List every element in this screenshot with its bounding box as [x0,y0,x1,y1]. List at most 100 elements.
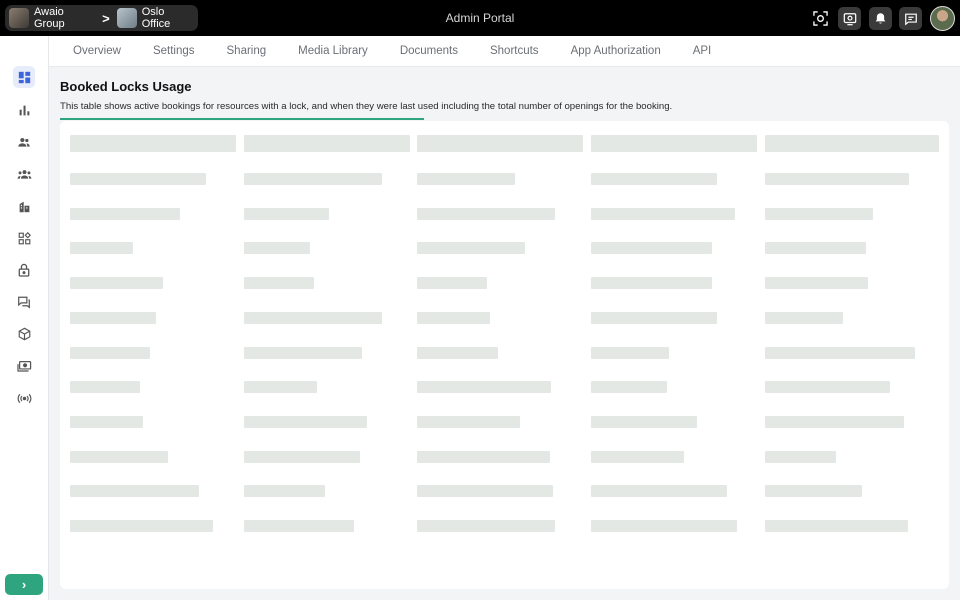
table-cell-placeholder [591,451,684,463]
table-cell-placeholder [70,277,163,289]
table-cell-placeholder [244,416,367,428]
table-cell-placeholder [765,312,843,324]
table-cell-placeholder [765,208,873,220]
table-cell-placeholder [591,520,737,532]
display-icon[interactable] [838,7,861,30]
table-cell-placeholder [417,520,555,532]
table-cell-placeholder [70,381,140,393]
table-cell-placeholder [70,347,150,359]
sidebar: › [0,36,49,600]
tab-bar: Overview Settings Sharing Media Library … [49,36,960,67]
table-cell-placeholder [417,242,525,254]
table-cell-placeholder [591,242,712,254]
table-cell-placeholder [591,208,735,220]
table-cell-placeholder [591,173,717,185]
table-cell-placeholder [70,208,180,220]
table-cell-placeholder [244,381,317,393]
bell-icon[interactable] [869,7,892,30]
table-cell-placeholder [244,347,362,359]
page-description: This table shows active bookings for res… [60,101,673,112]
top-bar: Awaio Group > Oslo Office Admin Portal [0,0,960,36]
table-cell-placeholder [417,485,553,497]
table-cell-placeholder [417,381,551,393]
table-cell-placeholder [244,173,382,185]
table-cell-placeholder [244,520,354,532]
table-cell-placeholder [417,451,550,463]
loading-progress-fill [60,118,425,120]
table-cell-placeholder [70,451,168,463]
table-cell-placeholder [591,347,669,359]
lock-icon[interactable] [13,259,35,281]
expand-sidebar-button[interactable]: › [5,574,43,595]
buildings-icon[interactable] [13,195,35,217]
table-cell-placeholder [765,416,904,428]
tab-sharing[interactable]: Sharing [211,45,283,57]
table-cell-placeholder [417,277,487,289]
table-cell-placeholder [765,173,909,185]
loading-progress-bar [60,118,949,120]
table-cell-placeholder [765,485,862,497]
table-cell-placeholder [417,208,555,220]
breadcrumb: Awaio Group > Oslo Office [5,5,198,31]
table-header-placeholder [70,135,236,152]
table-cell-placeholder [70,485,199,497]
table-cell-placeholder [244,242,310,254]
table-cell-placeholder [417,312,490,324]
payments-icon[interactable] [13,355,35,377]
table-header-placeholder [591,135,757,152]
table-cell-placeholder [244,277,314,289]
dashboard-icon[interactable] [13,66,35,88]
table-header-placeholder [417,135,583,152]
building-thumbnail[interactable] [116,8,137,28]
table-cell-placeholder [765,451,836,463]
table-cell-placeholder [591,381,667,393]
table-cell-placeholder [244,312,382,324]
analytics-icon[interactable] [13,99,35,121]
table-cell-placeholder [70,312,156,324]
messages-icon[interactable] [13,291,35,313]
table-cell-placeholder [70,242,133,254]
tab-api[interactable]: API [677,45,728,57]
table-cell-placeholder [244,208,329,220]
table-header-placeholder [765,135,939,152]
table-header-placeholder [244,135,410,152]
groups-icon[interactable] [13,163,35,185]
page-title: Booked Locks Usage [60,79,192,94]
table-cell-placeholder [591,312,717,324]
table-cell-placeholder [591,277,712,289]
table-cell-placeholder [591,485,727,497]
table-cell-placeholder [70,416,143,428]
chevron-right-icon: › [21,577,27,592]
users-icon[interactable] [13,131,35,153]
table-cell-placeholder [765,347,915,359]
package-icon[interactable] [13,323,35,345]
broadcast-icon[interactable] [13,387,35,409]
table-cell-placeholder [244,485,325,497]
organization-thumbnail[interactable] [9,8,29,28]
table-cell-placeholder [765,242,866,254]
breadcrumb-separator: > [102,10,110,26]
table-cell-placeholder [591,416,697,428]
table-cell-placeholder [417,173,515,185]
tab-app-authorization[interactable]: App Authorization [555,45,677,57]
table-cell-placeholder [70,520,213,532]
table-cell-placeholder [765,277,868,289]
tab-media-library[interactable]: Media Library [282,45,384,57]
tab-overview[interactable]: Overview [49,45,137,57]
tab-settings[interactable]: Settings [137,45,211,57]
apps-icon[interactable] [13,227,35,249]
tab-documents[interactable]: Documents [384,45,474,57]
scan-icon[interactable] [809,7,832,30]
table-cell-placeholder [417,416,520,428]
table-cell-placeholder [244,451,360,463]
tab-shortcuts[interactable]: Shortcuts [474,45,555,57]
table-cell-placeholder [70,173,206,185]
breadcrumb-organization[interactable]: Awaio Group [34,6,95,30]
chat-icon[interactable] [899,7,922,30]
table-cell-placeholder [765,381,890,393]
table-cell-placeholder [765,520,908,532]
breadcrumb-location[interactable]: Oslo Office [142,6,194,30]
bookings-table-skeleton [60,121,949,589]
user-avatar[interactable] [930,6,955,31]
table-cell-placeholder [417,347,498,359]
